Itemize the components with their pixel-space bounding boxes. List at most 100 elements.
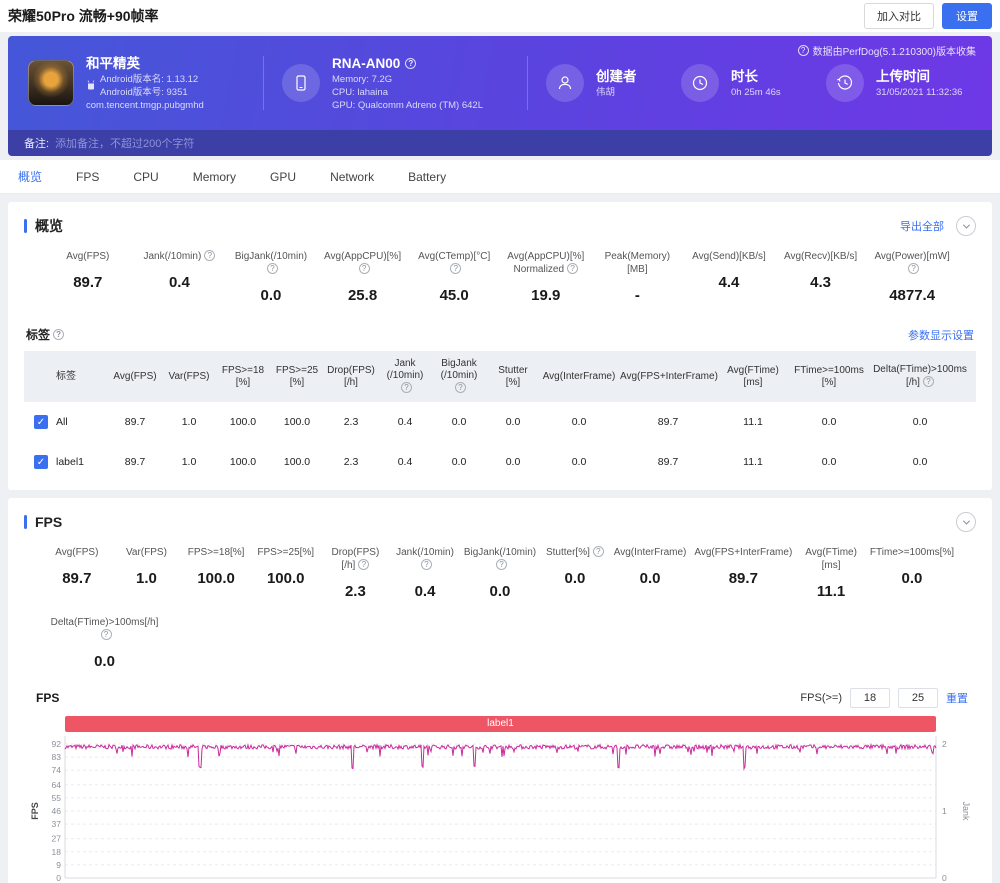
fps-threshold-input-1[interactable]: 18 <box>850 688 890 708</box>
info-icon[interactable] <box>496 559 507 570</box>
row-checkbox[interactable] <box>34 415 48 429</box>
metric-value: 89.7 <box>46 570 108 587</box>
metric-value: 4877.4 <box>870 287 954 304</box>
table-row: All89.71.0100.0100.02.30.40.00.00.089.71… <box>24 402 976 442</box>
label-banner: label1 <box>65 716 936 732</box>
info-icon[interactable] <box>101 629 112 640</box>
table-header-cell: Avg(FTime) [ms] <box>718 351 788 402</box>
app-info-segment: 和平精英 Android版本名: 1.13.12 Android版本号: 935… <box>28 55 263 112</box>
table-header-cell: FTime>=100ms [%] <box>788 351 870 402</box>
info-icon[interactable] <box>450 263 461 274</box>
info-icon[interactable] <box>567 263 578 274</box>
info-icon[interactable] <box>267 263 278 274</box>
fps-threshold-input-2[interactable]: 25 <box>898 688 938 708</box>
upload-time-value: 31/05/2021 11:32:36 <box>876 86 962 99</box>
info-icon[interactable] <box>53 329 64 340</box>
metric-value: 0.0 <box>614 570 687 587</box>
metric: Avg(FPS)89.7 <box>42 250 134 304</box>
row-label: All <box>56 416 68 428</box>
collapse-fps-button[interactable] <box>956 512 976 532</box>
svg-text:Jank: Jank <box>961 801 970 821</box>
metric-label: Avg(Power)[mW] <box>870 250 954 276</box>
overview-metrics: Avg(FPS)89.7Jank(/10min)0.4BigJank(/10mi… <box>24 242 976 320</box>
tab-Battery[interactable]: Battery <box>408 160 446 194</box>
labels-table-container: 标签Avg(FPS)Var(FPS)FPS>=18 [%]FPS>=25 [%]… <box>24 351 976 482</box>
param-display-settings-link[interactable]: 参数显示设置 <box>908 327 974 343</box>
fps-section: FPS Avg(FPS)89.7Var(FPS)1.0FPS>=18[%]100… <box>8 498 992 883</box>
table-header-cell: Avg(FPS+InterFrame) <box>618 351 718 402</box>
table-header-cell: Avg(InterFrame) <box>540 351 618 402</box>
summary-banner: 数据由PerfDog(5.1.210300)版本收集 和平精英 Android版… <box>8 36 992 130</box>
tab-概览[interactable]: 概览 <box>18 160 42 194</box>
info-icon[interactable] <box>204 250 215 261</box>
creator-label: 创建者 <box>596 68 637 86</box>
info-icon[interactable] <box>359 263 370 274</box>
creator-value: 伟胡 <box>596 86 637 99</box>
divider <box>263 56 264 110</box>
metric-value: - <box>596 287 680 304</box>
labels-table: 标签Avg(FPS)Var(FPS)FPS>=18 [%]FPS>=25 [%]… <box>24 351 976 482</box>
info-icon[interactable] <box>358 559 369 570</box>
table-header-cell: FPS>=18 [%] <box>216 351 270 402</box>
row-checkbox[interactable] <box>34 455 48 469</box>
info-icon[interactable] <box>455 382 466 393</box>
info-icon[interactable] <box>401 382 412 393</box>
chevron-down-icon <box>962 517 969 524</box>
metric-label: Jank(/10min) <box>138 250 222 263</box>
chevron-down-icon <box>962 221 969 228</box>
metric-label: Var(FPS) <box>116 546 178 559</box>
person-icon <box>546 64 584 102</box>
tab-CPU[interactable]: CPU <box>133 160 158 194</box>
table-cell: 2.3 <box>324 442 378 482</box>
tab-Memory[interactable]: Memory <box>193 160 236 194</box>
metric-value: 0.4 <box>394 583 456 600</box>
metric: FPS>=18[%]100.0 <box>181 546 251 600</box>
metric: Peak(Memory)[MB]- <box>592 250 684 304</box>
fps-title: FPS <box>24 514 62 530</box>
fps-chart[interactable]: 09182737465564748392012FPSJank00:0001:18… <box>30 732 970 883</box>
metric-label: Avg(FPS) <box>46 250 130 263</box>
metric-value: 0.0 <box>46 653 163 670</box>
fps-chart-block: FPS FPS(>=) 18 25 重置 label1 091827374655… <box>24 684 976 883</box>
remark-bar: 备注: 添加备注，不超过200个字符 <box>8 130 992 156</box>
table-cell: 1.0 <box>162 402 216 442</box>
svg-text:2: 2 <box>942 739 947 749</box>
compare-button[interactable]: 加入对比 <box>864 3 934 29</box>
reset-link[interactable]: 重置 <box>946 690 968 706</box>
metric: Jank(/10min) 0.4 <box>390 546 460 600</box>
metric-label: Avg(AppCPU)[%] Normalized <box>504 250 588 276</box>
metric-value: 0.0 <box>229 287 313 304</box>
table-cell: 89.7 <box>618 402 718 442</box>
table-header-cell: Avg( <box>970 351 976 402</box>
svg-text:0: 0 <box>942 873 947 883</box>
metric-label: Avg(AppCPU)[%] <box>321 250 405 276</box>
tab-FPS[interactable]: FPS <box>76 160 99 194</box>
info-icon[interactable] <box>421 559 432 570</box>
tab-bar: 概览 FPS CPU Memory GPU Network Battery <box>0 160 1000 194</box>
collapse-overview-button[interactable] <box>956 216 976 236</box>
info-icon[interactable] <box>405 58 416 69</box>
info-icon[interactable] <box>923 376 934 387</box>
tab-GPU[interactable]: GPU <box>270 160 296 194</box>
collect-note-text: 数据由PerfDog(5.1.210300)版本收集 <box>813 43 976 58</box>
svg-text:37: 37 <box>52 819 62 829</box>
fps-chart-title: FPS <box>36 691 59 705</box>
metric-label: Jank(/10min) <box>394 546 456 572</box>
info-icon[interactable] <box>593 546 604 557</box>
info-icon[interactable] <box>908 263 919 274</box>
settings-button[interactable]: 设置 <box>942 3 992 29</box>
app-icon <box>28 60 74 106</box>
metric: Avg(FTime)[ms]11.1 <box>796 546 866 600</box>
table-header-cell: Avg(FPS) <box>108 351 162 402</box>
table-header-cell: Delta(FTime)>100ms [/h] <box>870 351 970 402</box>
metric-value: 0.4 <box>138 274 222 291</box>
svg-text:55: 55 <box>52 793 62 803</box>
fps-metrics-row2: Delta(FTime)>100ms[/h]0.0 <box>24 616 976 684</box>
tab-Network[interactable]: Network <box>330 160 374 194</box>
remark-input[interactable]: 添加备注，不超过200个字符 <box>55 135 194 151</box>
metric: Avg(Power)[mW] 4877.4 <box>866 250 958 304</box>
export-all-link[interactable]: 导出全部 <box>900 218 944 234</box>
app-version-name: Android版本名: 1.13.12 <box>100 73 198 86</box>
table-cell: 89.7 <box>618 442 718 482</box>
topbar-actions: 加入对比 设置 <box>864 3 992 29</box>
